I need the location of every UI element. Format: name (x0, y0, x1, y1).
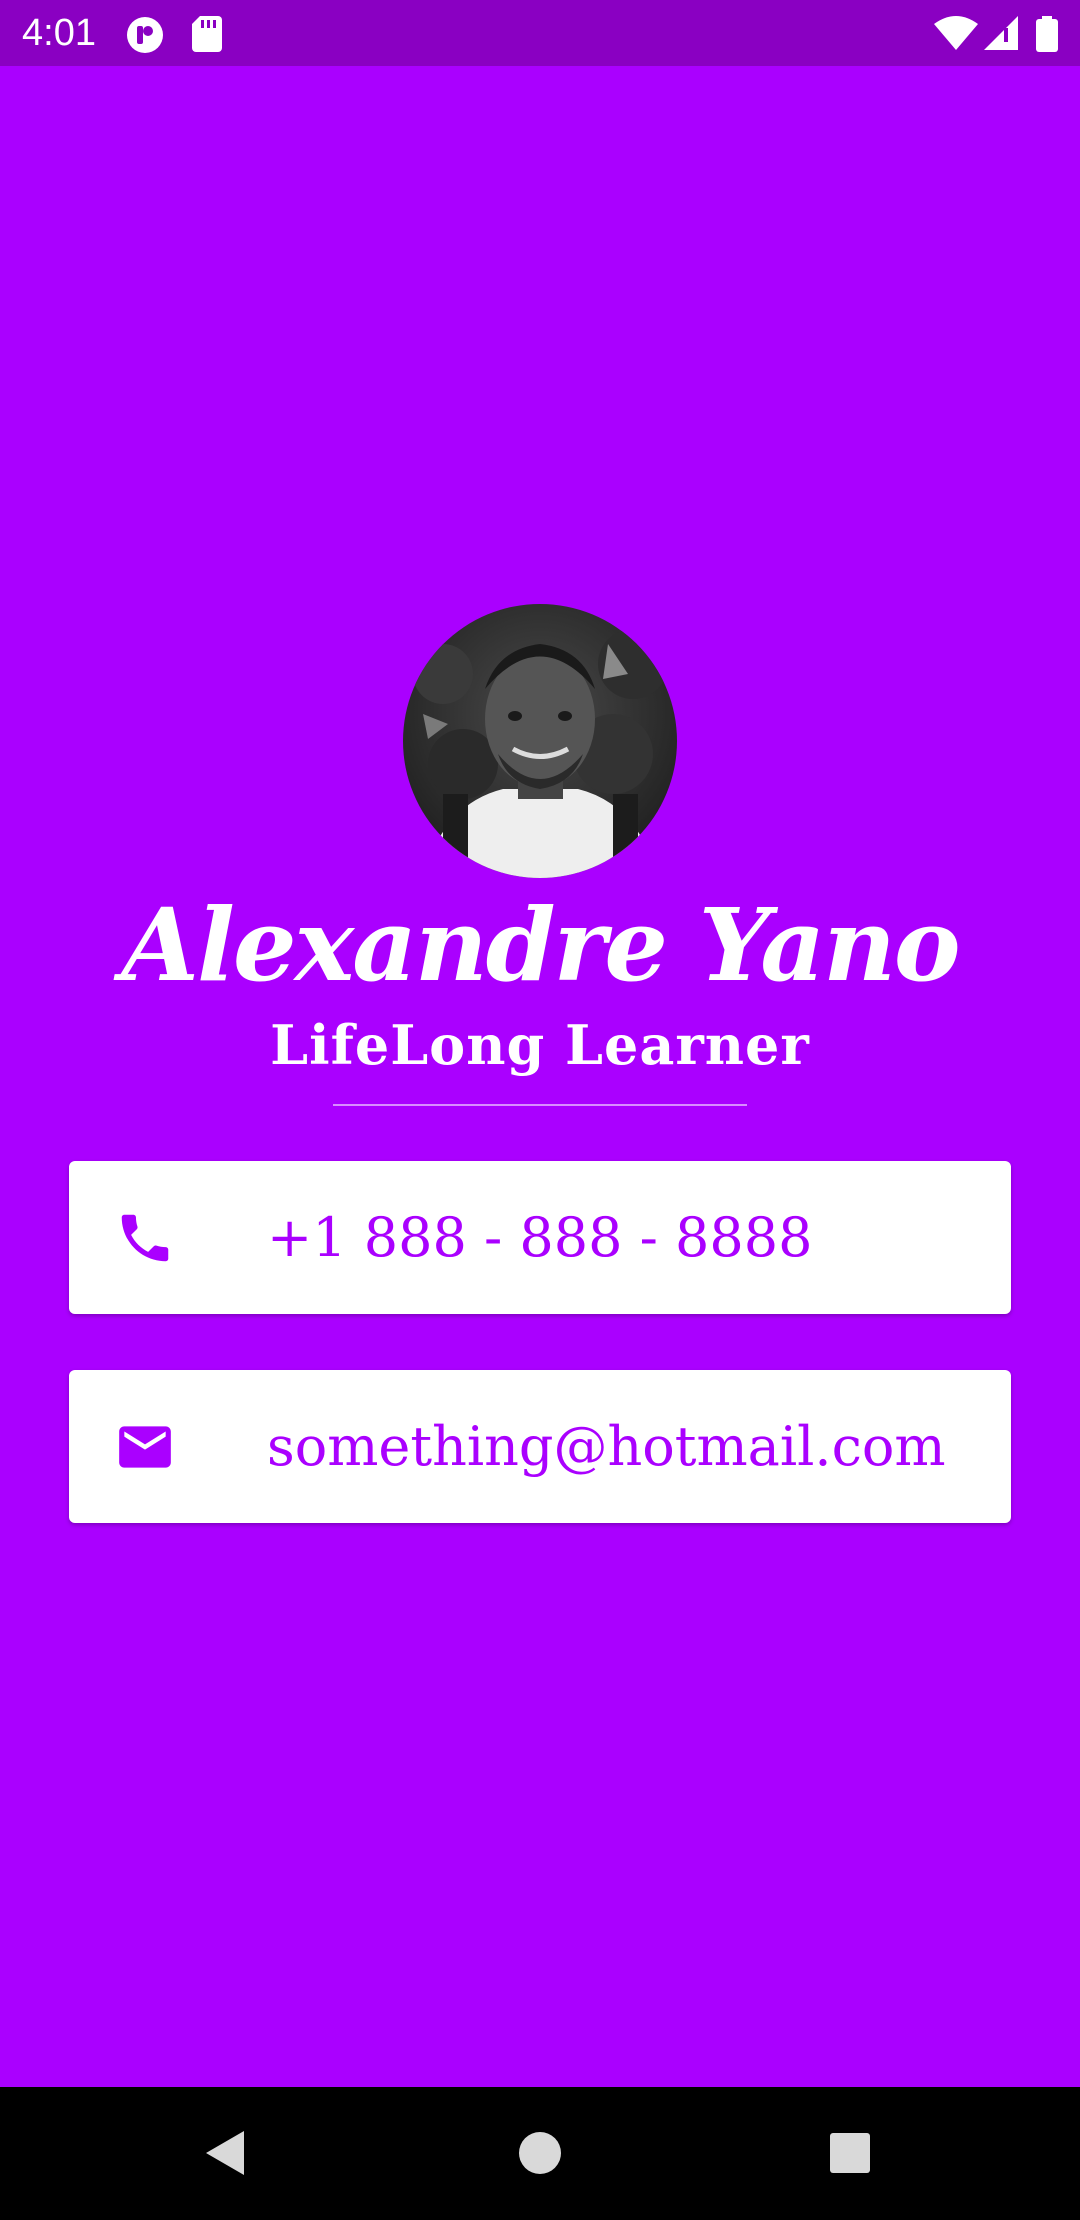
avatar (403, 604, 677, 878)
profile-name: Alexandre Yano (121, 886, 960, 1004)
notification-app-icon (126, 16, 164, 58)
cellular-signal-icon (984, 16, 1018, 56)
wifi-icon (934, 16, 978, 56)
battery-icon (1036, 16, 1058, 56)
phone-number: +1 888 - 888 - 8888 (267, 1206, 813, 1269)
status-bar: 4:01 (0, 0, 1080, 66)
sd-card-icon (192, 16, 222, 56)
screen: 4:01 Alexandre Yano LifeLong Learner +1 … (0, 0, 1080, 2220)
recents-icon[interactable] (822, 2125, 878, 2181)
status-time: 4:01 (22, 12, 96, 54)
navigation-bar (0, 2087, 1080, 2220)
phone-card[interactable]: +1 888 - 888 - 8888 (69, 1161, 1011, 1314)
email-address: something@hotmail.com (267, 1415, 946, 1478)
profile-subtitle: LifeLong Learner (270, 1013, 810, 1077)
email-icon (114, 1416, 176, 1478)
divider (333, 1104, 747, 1106)
phone-icon (114, 1207, 176, 1269)
back-icon[interactable] (198, 2125, 254, 2181)
home-icon[interactable] (512, 2125, 568, 2181)
email-card[interactable]: something@hotmail.com (69, 1370, 1011, 1523)
